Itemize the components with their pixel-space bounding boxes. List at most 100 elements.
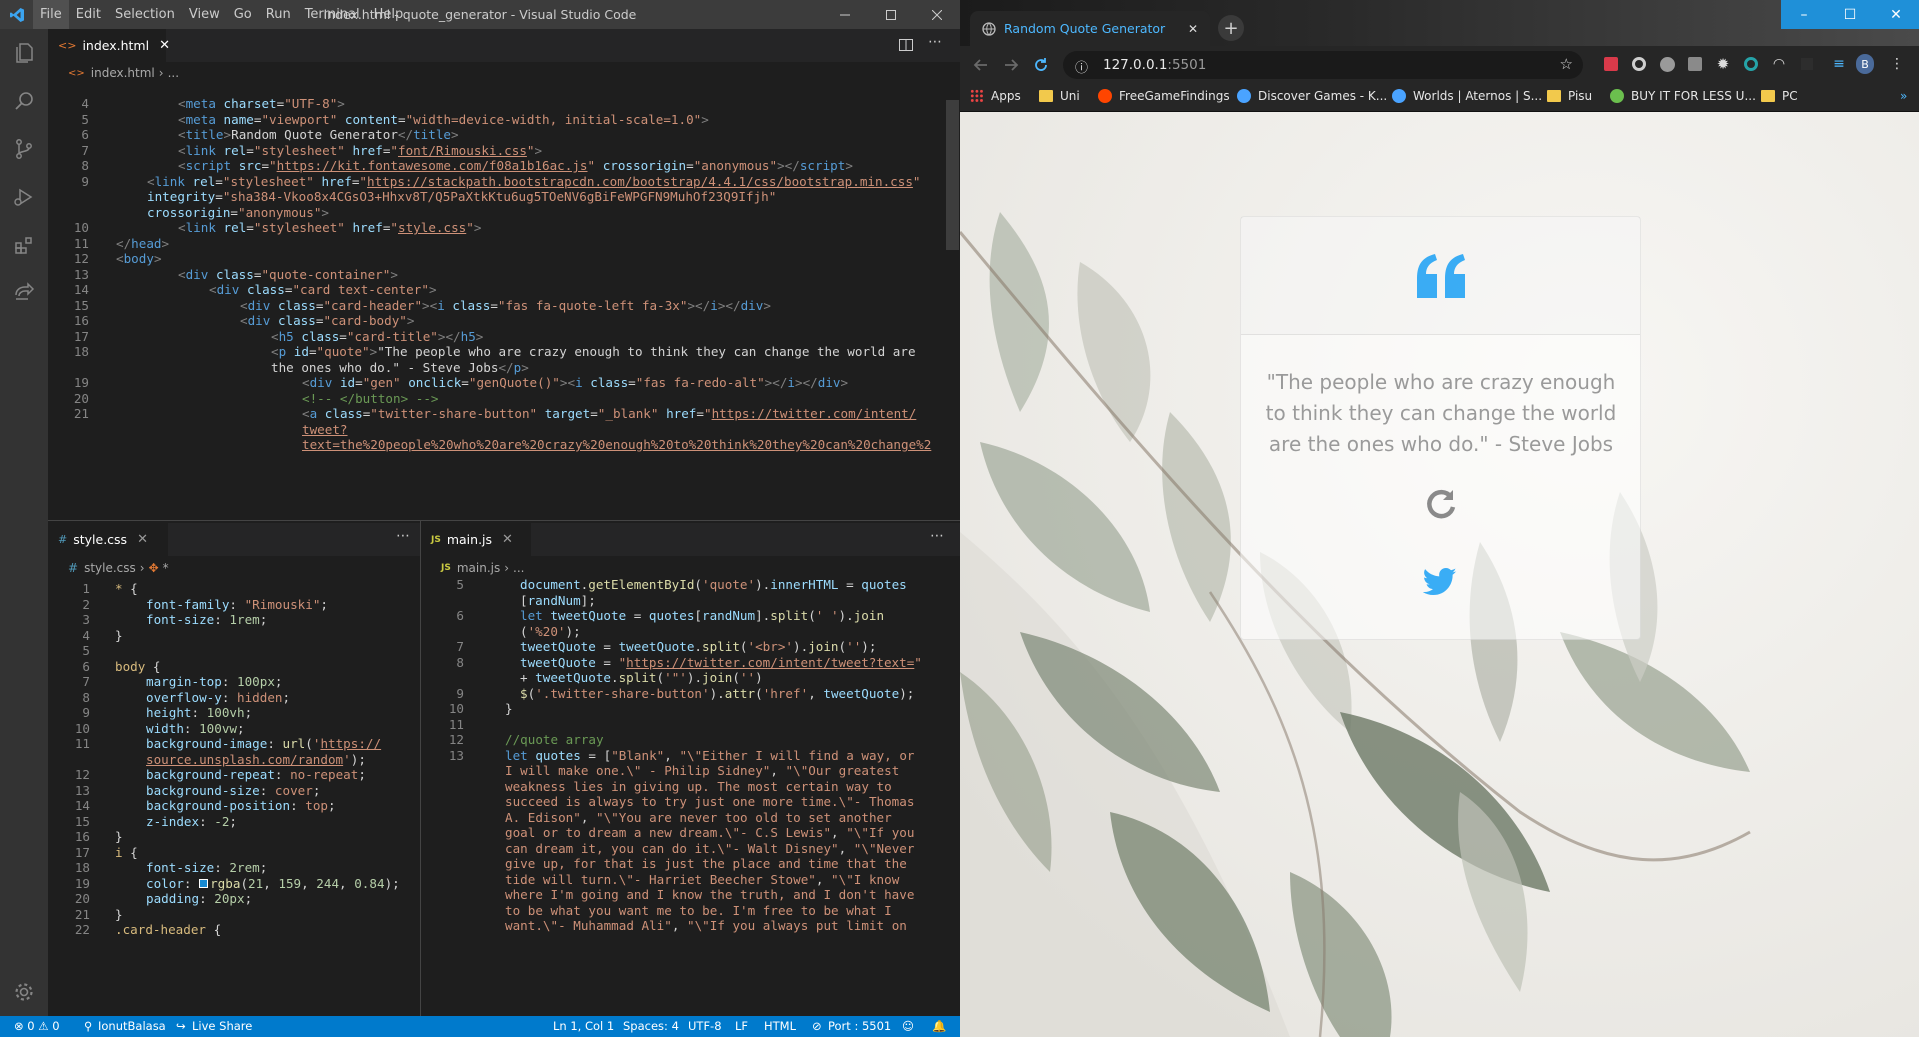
- tab-style-css[interactable]: # style.css ✕: [48, 523, 168, 556]
- indentation[interactable]: Spaces: 4: [623, 1019, 679, 1033]
- close-window-button[interactable]: [914, 0, 960, 29]
- debug-icon: [14, 188, 33, 206]
- bookmark-item[interactable]: Pisu: [1547, 89, 1592, 103]
- live-share-status[interactable]: Live Share: [192, 1019, 252, 1033]
- maximize-button[interactable]: ☐: [1827, 0, 1873, 29]
- new-quote-button[interactable]: [1423, 487, 1459, 523]
- minimize-button[interactable]: –: [1781, 0, 1827, 29]
- minimize-button[interactable]: [822, 0, 868, 29]
- reload-button[interactable]: [1030, 54, 1052, 76]
- breadcrumb-symbol[interactable]: *: [163, 561, 169, 575]
- editor-style-css[interactable]: 1 * {2 font-family: "Rimouski"; 3 font-size:…: [48, 579, 420, 1016]
- extensions-button[interactable]: [0, 221, 48, 269]
- extension-6-icon[interactable]: [1742, 55, 1760, 73]
- editor-index-html[interactable]: 4 <meta charset="UTF-8"> 5 <meta name="view…: [48, 84, 960, 520]
- bookmark-item[interactable]: Worlds | Aternos | S...: [1392, 89, 1542, 103]
- more-actions-icon[interactable]: ⋯: [930, 528, 944, 544]
- user-account[interactable]: IonutBalasa: [98, 1019, 166, 1033]
- site-info-icon[interactable]: ⓘ: [1075, 57, 1088, 76]
- menu-terminal[interactable]: Terminal: [298, 0, 367, 29]
- tab-index-html[interactable]: <> index.html ✕: [48, 29, 170, 62]
- problems-indicator[interactable]: ⊗ 0 ⚠ 0: [14, 1019, 60, 1033]
- js-tabbar: JS main.js ✕ ⋯: [421, 523, 960, 556]
- bookmark-star-icon[interactable]: ☆: [1560, 55, 1573, 73]
- split-editor-icon[interactable]: [898, 37, 914, 57]
- tab-main-js[interactable]: JS main.js ✕: [421, 523, 531, 556]
- extension-5-icon[interactable]: ✹: [1714, 55, 1732, 73]
- breadcrumb-file[interactable]: style.css: [84, 561, 136, 575]
- menu-selection[interactable]: Selection: [108, 0, 182, 29]
- bookmark-item[interactable]: PC: [1761, 89, 1798, 103]
- bookmark-item[interactable]: Apps: [970, 89, 1021, 103]
- run-debug-button[interactable]: [0, 173, 48, 221]
- bookmark-item[interactable]: Discover Games - K...: [1237, 89, 1387, 103]
- close-tab-icon[interactable]: ✕: [1188, 22, 1198, 36]
- tweet-button[interactable]: [1422, 567, 1457, 597]
- breadcrumb-file[interactable]: main.js: [457, 561, 500, 575]
- extension-2-icon[interactable]: [1630, 55, 1648, 73]
- close-tab-icon[interactable]: ✕: [137, 532, 148, 547]
- close-window-button[interactable]: ✕: [1873, 0, 1919, 29]
- menu-run[interactable]: Run: [259, 0, 298, 29]
- bookmark-item[interactable]: BUY IT FOR LESS U...: [1610, 89, 1756, 103]
- address-bar[interactable]: ⓘ 127.0.0.1:5501 ☆: [1063, 51, 1583, 79]
- quote-text: "The people who are crazy enough to thin…: [1265, 370, 1617, 456]
- bookmark-label: PC: [1782, 89, 1798, 103]
- cursor-position[interactable]: Ln 1, Col 1: [553, 1019, 614, 1033]
- menu-edit[interactable]: Edit: [69, 0, 108, 29]
- extension-4-icon[interactable]: [1686, 55, 1704, 73]
- editor-main-js[interactable]: 5 document.getElementById('quote').innerH…: [421, 575, 960, 1016]
- live-server-port[interactable]: Port : 5501: [828, 1019, 891, 1033]
- browser-tab[interactable]: Random Quote Generator ✕: [970, 11, 1210, 46]
- breadcrumb: <> index.html › ...: [48, 62, 960, 84]
- extension-1-icon[interactable]: [1602, 55, 1620, 73]
- close-tab-icon[interactable]: ✕: [159, 38, 170, 53]
- menu-help[interactable]: Help: [367, 0, 411, 29]
- extension-3-icon[interactable]: [1658, 55, 1676, 73]
- url-port: :5501: [1167, 57, 1207, 73]
- scrollbar-html[interactable]: [946, 100, 959, 250]
- end-of-line[interactable]: LF: [735, 1019, 748, 1033]
- bookmark-item[interactable]: Uni: [1039, 89, 1080, 103]
- settings-button[interactable]: [0, 968, 48, 1016]
- menu-view[interactable]: View: [182, 0, 227, 29]
- back-button[interactable]: [970, 54, 992, 76]
- code-line: $('.twitter-share-button').attr('href', …: [520, 685, 915, 701]
- url-text[interactable]: 127.0.0.1:5501: [1103, 57, 1206, 73]
- user-icon: ⚲: [84, 1019, 93, 1033]
- twitter-icon: [1422, 567, 1457, 596]
- more-actions-icon[interactable]: ⋯: [928, 34, 942, 50]
- gear-icon: [15, 983, 33, 1001]
- vscode-logo-icon: [0, 0, 33, 29]
- menu-go[interactable]: Go: [227, 0, 259, 29]
- code-line: want.\"- Muhammad Ali", "\"If you always…: [505, 918, 907, 933]
- notifications-icon[interactable]: 🔔: [932, 1019, 946, 1033]
- extension-7-icon[interactable]: ◠: [1770, 55, 1788, 73]
- bookmark-item[interactable]: FreeGameFindings: [1098, 89, 1230, 103]
- search-button[interactable]: [0, 77, 48, 125]
- language-mode[interactable]: HTML: [764, 1019, 796, 1033]
- explorer-button[interactable]: [0, 29, 48, 77]
- encoding[interactable]: UTF-8: [688, 1019, 722, 1033]
- new-tab-button[interactable]: +: [1218, 15, 1244, 41]
- code-line: }: [505, 701, 513, 716]
- chrome-menu-icon[interactable]: ⋮: [1888, 55, 1906, 73]
- extension-8-icon[interactable]: [1798, 55, 1816, 73]
- live-share-button[interactable]: [0, 269, 48, 317]
- source-control-button[interactable]: [0, 125, 48, 173]
- forward-button[interactable]: [1000, 54, 1022, 76]
- more-bookmarks-icon[interactable]: »: [1900, 89, 1907, 103]
- breadcrumb-symbol[interactable]: ...: [168, 66, 179, 80]
- breadcrumb-symbol[interactable]: ...: [513, 561, 524, 575]
- close-icon: ✕: [1890, 6, 1902, 23]
- more-actions-icon[interactable]: ⋯: [396, 528, 410, 544]
- maximize-button[interactable]: [868, 0, 914, 29]
- vscode-window: File Edit Selection View Go Run Terminal…: [0, 0, 960, 1037]
- media-icon[interactable]: ≡: [1830, 55, 1848, 73]
- web-page: "The people who are crazy enough to thin…: [960, 112, 1919, 1037]
- feedback-icon[interactable]: ☺: [902, 1019, 914, 1033]
- menu-file[interactable]: File: [33, 0, 69, 29]
- profile-button[interactable]: B: [1856, 54, 1874, 74]
- close-tab-icon[interactable]: ✕: [502, 532, 513, 547]
- breadcrumb-file[interactable]: index.html: [91, 66, 155, 80]
